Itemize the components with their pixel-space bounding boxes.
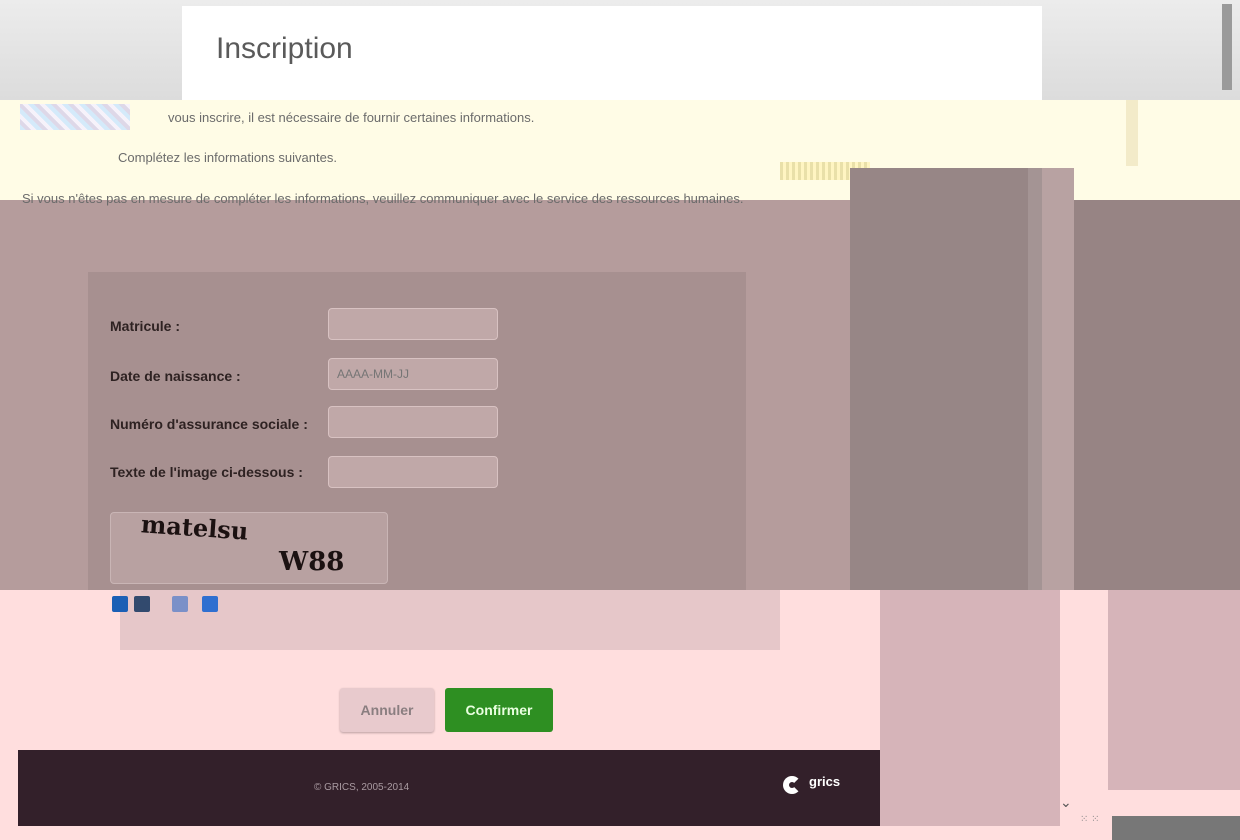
decorative-noise xyxy=(20,104,130,130)
captcha-word: matelsu xyxy=(140,509,250,546)
intro-text: vous inscrire, il est nécessaire de four… xyxy=(168,110,535,125)
intro-instruction: Complétez les informations suivantes. xyxy=(118,150,337,165)
decorative-noise: ⁙ ⁙ xyxy=(1080,814,1100,825)
matricule-input[interactable] xyxy=(328,308,498,340)
side-panel xyxy=(1028,168,1042,590)
side-panel xyxy=(1108,590,1240,790)
captcha-tools-panel xyxy=(120,590,780,650)
grics-logo-icon xyxy=(783,776,801,794)
contact-hr-text: Si vous n'êtes pas en mesure de compléte… xyxy=(22,191,744,206)
audio-icon[interactable] xyxy=(134,596,150,612)
form-section: Matricule : Date de naissance : Numéro d… xyxy=(0,200,850,590)
captcha-word: W88 xyxy=(279,547,345,577)
confirm-button[interactable]: Confirmer xyxy=(445,688,553,732)
captcha-input[interactable] xyxy=(328,456,498,488)
refresh-icon[interactable] xyxy=(112,596,128,612)
captcha-text-label: Texte de l'image ci-dessous : xyxy=(110,464,303,480)
chevron-down-icon[interactable]: ⌄ xyxy=(1060,794,1072,811)
info-icon[interactable] xyxy=(172,596,188,612)
grics-logo-text: grics xyxy=(809,774,841,789)
birthdate-label: Date de naissance : xyxy=(110,368,241,384)
footer: © GRICS, 2005-2014 grics xyxy=(18,750,880,826)
side-panel xyxy=(1042,168,1074,590)
scrollbar-thumb[interactable] xyxy=(1222,4,1232,90)
help-icon[interactable] xyxy=(202,596,218,612)
sin-input[interactable] xyxy=(328,406,498,438)
corner-block xyxy=(1112,816,1240,840)
side-panel xyxy=(1074,200,1240,590)
intro-divider xyxy=(1126,100,1138,166)
captcha-image: matelsu W88 xyxy=(110,509,388,584)
matricule-label: Matricule : xyxy=(110,318,181,334)
copyright-text: © GRICS, 2005-2014 xyxy=(314,782,410,793)
form-card: Matricule : Date de naissance : Numéro d… xyxy=(88,272,746,590)
title-card: Inscription xyxy=(182,6,1042,102)
side-panel xyxy=(880,590,1060,826)
birthdate-input[interactable] xyxy=(328,358,498,390)
sin-label: Numéro d'assurance sociale : xyxy=(110,416,308,432)
side-panel xyxy=(850,168,1028,590)
page-title: Inscription xyxy=(216,32,353,65)
cancel-button[interactable]: Annuler xyxy=(340,688,434,732)
